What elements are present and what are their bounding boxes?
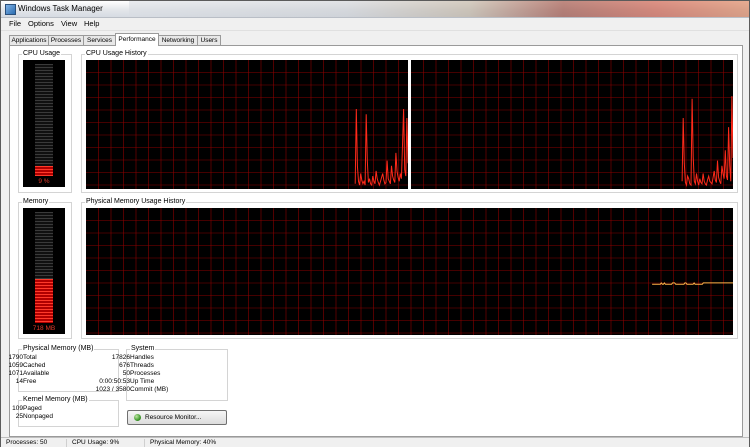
resource-monitor-icon: [134, 414, 141, 421]
task-manager-window: Windows Task Manager File Options View H…: [0, 0, 750, 447]
title-bar[interactable]: Windows Task Manager: [1, 1, 749, 18]
row-value: 14: [15, 378, 23, 385]
row-key: Threads: [130, 362, 154, 369]
row-value: 25: [15, 413, 23, 420]
row-value: 1790: [8, 354, 23, 361]
memory-history-label: Physical Memory Usage History: [85, 198, 187, 205]
performance-panel: CPU Usage 9 % CPU Usage History Memory 7…: [9, 45, 743, 437]
row-key: Processes: [130, 370, 161, 377]
menu-options[interactable]: Options: [28, 19, 54, 28]
status-cpu-usage: CPU Usage: 9%: [67, 439, 145, 447]
system-title: System: [130, 345, 156, 352]
status-physical-memory: Physical Memory: 40%: [150, 439, 217, 446]
row-value: 1059: [8, 362, 23, 369]
row-value: 1023 / 3580: [95, 386, 130, 393]
tab-performance[interactable]: Performance: [115, 33, 159, 46]
cpu-core2-history-graph: [411, 60, 733, 189]
cpu-gauge-panel: 9 %: [23, 60, 65, 187]
background-sliver: [129, 1, 749, 17]
window-title: Windows Task Manager: [18, 4, 103, 13]
row-value: 676: [119, 362, 130, 369]
cpu-gauge-track: [35, 64, 53, 176]
memory-label: Memory: [22, 198, 50, 205]
resource-monitor-label: Resource Monitor...: [145, 414, 202, 421]
row-value: 1071: [8, 370, 23, 377]
row-value: 50: [122, 370, 130, 377]
cpu-core1-history-background: [86, 60, 408, 189]
menu-view[interactable]: View: [61, 19, 77, 28]
cpu-gauge-fill: [35, 166, 53, 176]
status-bar: Processes: 50 CPU Usage: 9% Physical Mem…: [1, 437, 749, 447]
row-key: Free: [23, 378, 37, 385]
cpu-usage-value: 9 %: [38, 178, 50, 185]
memory-history-graph: [86, 208, 733, 335]
row-value: 17826: [111, 354, 130, 361]
memory-gauge-fill: [35, 279, 53, 323]
resource-monitor-button[interactable]: Resource Monitor...: [127, 410, 227, 425]
kernel-memory-title: Kernel Memory (MB): [22, 396, 89, 403]
row-key: Cached: [23, 362, 46, 369]
memory-usage-value: 718 MB: [32, 325, 56, 332]
menu-file[interactable]: File: [9, 19, 21, 28]
row-key: Nonpaged: [23, 413, 53, 420]
memory-gauge-track: [35, 212, 53, 323]
cpu-core1-history-graph: [86, 60, 408, 189]
row-key: Total: [23, 354, 37, 361]
cpu-history-label: CPU Usage History: [85, 50, 148, 57]
row-value: 109: [12, 405, 23, 412]
row-key: Paged: [23, 405, 42, 412]
row-key: Up Time: [130, 378, 155, 385]
physical-memory-title: Physical Memory (MB): [22, 345, 95, 352]
cpu-usage-label: CPU Usage: [22, 50, 61, 57]
row-value: 0:00:50:53: [99, 378, 130, 385]
row-key: Commit (MB): [130, 386, 169, 393]
memory-gauge-panel: 718 MB: [23, 208, 65, 334]
row-key: Handles: [130, 354, 154, 361]
status-processes: Processes: 50: [1, 439, 67, 447]
row-key: Available: [23, 370, 50, 377]
menu-help[interactable]: Help: [84, 19, 99, 28]
menu-bar: File Options View Help: [1, 18, 749, 31]
task-manager-app-icon: [5, 4, 16, 15]
